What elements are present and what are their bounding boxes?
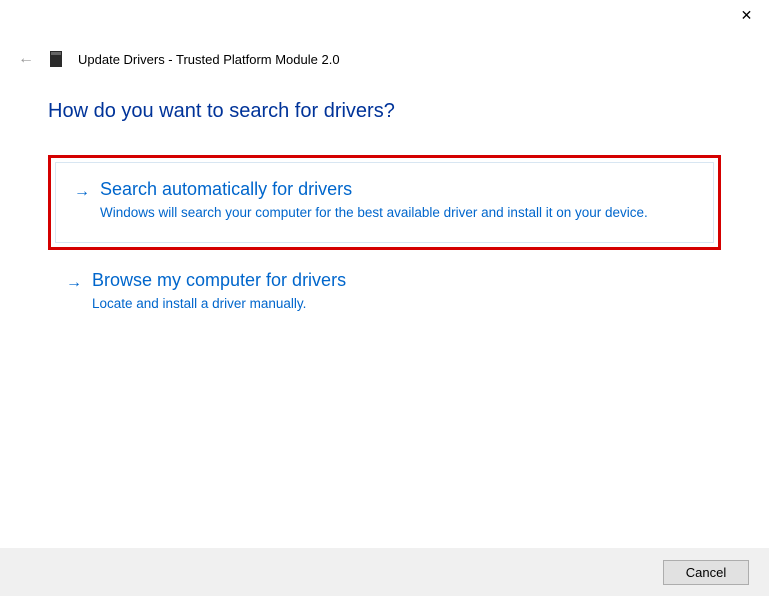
device-icon (50, 51, 62, 67)
wizard-title: Update Drivers - Trusted Platform Module… (78, 52, 340, 67)
option-description: Locate and install a driver manually. (92, 295, 703, 313)
arrow-right-icon: → (66, 270, 82, 292)
highlight-annotation: → Search automatically for drivers Windo… (48, 155, 721, 250)
option-browse-computer[interactable]: → Browse my computer for drivers Locate … (48, 264, 721, 323)
page-question: How do you want to search for drivers? (48, 100, 721, 123)
arrow-right-icon: → (74, 179, 90, 201)
wizard-header: ← Update Drivers - Trusted Platform Modu… (18, 50, 340, 68)
option-description: Windows will search your computer for th… (100, 204, 695, 222)
close-icon[interactable]: ✕ (724, 0, 769, 30)
option-search-automatically[interactable]: → Search automatically for drivers Windo… (55, 162, 714, 243)
option-title: Browse my computer for drivers (92, 270, 703, 291)
cancel-button[interactable]: Cancel (663, 560, 749, 585)
dialog-footer: Cancel (0, 548, 769, 596)
back-arrow-icon: ← (18, 50, 34, 68)
option-title: Search automatically for drivers (100, 179, 695, 200)
